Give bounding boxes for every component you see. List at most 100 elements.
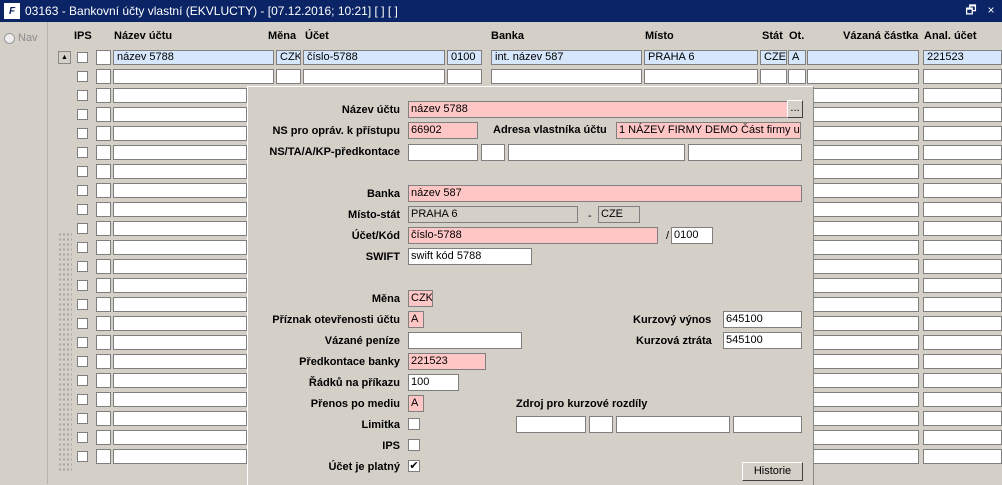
- nav-toggle[interactable]: Nav: [4, 32, 38, 44]
- restore-icon[interactable]: 🗗: [964, 3, 978, 17]
- grid-cell-ot[interactable]: A: [788, 50, 806, 65]
- grid-cell-anal[interactable]: [923, 373, 1002, 388]
- grid-cell-banka[interactable]: int. název 587: [491, 50, 642, 65]
- grid-cell-vazana[interactable]: [812, 449, 919, 464]
- grid-cell-anal[interactable]: [923, 69, 1002, 84]
- grid-cell-anal[interactable]: [923, 126, 1002, 141]
- col-stat[interactable]: Stát: [762, 30, 783, 42]
- grid-cell-nazev[interactable]: [113, 221, 247, 236]
- row-selector[interactable]: [96, 183, 111, 198]
- row-selector[interactable]: [96, 145, 111, 160]
- grid-cell-nazev[interactable]: [113, 392, 247, 407]
- col-ot[interactable]: Ot.: [789, 30, 804, 42]
- grid-cell-vazana[interactable]: [812, 145, 919, 160]
- grid-cell-nazev[interactable]: [113, 278, 247, 293]
- ips-row-checkbox[interactable]: [77, 52, 88, 63]
- grid-cell-anal[interactable]: [923, 88, 1002, 103]
- grid-cell-vazana[interactable]: [812, 373, 919, 388]
- row-selector[interactable]: [96, 297, 111, 312]
- kurzova-ztrata-field[interactable]: 545100: [723, 332, 802, 349]
- grid-cell-vazana[interactable]: [812, 430, 919, 445]
- row-selector[interactable]: [96, 259, 111, 274]
- ips-row-checkbox[interactable]: [77, 71, 88, 82]
- grid-cell-anal[interactable]: [923, 202, 1002, 217]
- grid-cell-anal[interactable]: [923, 411, 1002, 426]
- ips-row-checkbox[interactable]: [77, 185, 88, 196]
- ips-row-checkbox[interactable]: [77, 394, 88, 405]
- grid-cell-vazana[interactable]: [807, 50, 919, 65]
- grid-cell-nazev[interactable]: [113, 107, 247, 122]
- grid-cell-nazev[interactable]: [113, 240, 247, 255]
- mena-field[interactable]: CZK: [408, 290, 433, 307]
- grid-cell-vazana[interactable]: [812, 354, 919, 369]
- predkontace-banky-field[interactable]: 221523: [408, 353, 486, 370]
- ips-row-checkbox[interactable]: [77, 223, 88, 234]
- grid-cell-anal[interactable]: [923, 183, 1002, 198]
- grid-cell-nazev[interactable]: [113, 202, 247, 217]
- row-selector[interactable]: [96, 335, 111, 350]
- grid-cell-anal[interactable]: [923, 164, 1002, 179]
- priznak-field[interactable]: A: [408, 311, 424, 328]
- row-selector[interactable]: [96, 411, 111, 426]
- grid-cell-vazana[interactable]: [807, 69, 919, 84]
- prenos-field[interactable]: A: [408, 395, 424, 412]
- ips-row-checkbox[interactable]: [77, 166, 88, 177]
- grid-cell-nazev[interactable]: [113, 430, 247, 445]
- grid-cell-nazev[interactable]: [113, 145, 247, 160]
- ips-row-checkbox[interactable]: [77, 261, 88, 272]
- grid-cell-vazana[interactable]: [812, 88, 919, 103]
- grid-cell-vazana[interactable]: [812, 411, 919, 426]
- row-selector[interactable]: [96, 107, 111, 122]
- grid-cell-nazev[interactable]: [113, 126, 247, 141]
- col-anal[interactable]: Anal. účet: [924, 30, 977, 42]
- predkontace-ns-field[interactable]: [408, 144, 478, 161]
- limitka-checkbox[interactable]: [408, 418, 420, 430]
- ips-row-checkbox[interactable]: [77, 413, 88, 424]
- predkontace-a-field[interactable]: [508, 144, 685, 161]
- ips-row-checkbox[interactable]: [77, 90, 88, 101]
- col-banka[interactable]: Banka: [491, 30, 524, 42]
- banka-field[interactable]: název 587: [408, 185, 802, 202]
- vazane-field[interactable]: [408, 332, 522, 349]
- grid-cell-anal[interactable]: [923, 259, 1002, 274]
- grid-cell-vazana[interactable]: [812, 126, 919, 141]
- zdroj-field-4[interactable]: [733, 416, 802, 433]
- platny-checkbox[interactable]: ✔: [408, 460, 420, 472]
- grid-cell-vazana[interactable]: [812, 107, 919, 122]
- grid-cell-kod[interactable]: 0100: [447, 50, 482, 65]
- row-selector[interactable]: [96, 316, 111, 331]
- grid-cell-vazana[interactable]: [812, 335, 919, 350]
- col-ips[interactable]: IPS: [74, 30, 92, 42]
- historie-button[interactable]: Historie: [742, 462, 803, 481]
- row-selector[interactable]: [96, 164, 111, 179]
- grid-cell-vazana[interactable]: [812, 221, 919, 236]
- col-mena[interactable]: Měna: [268, 30, 296, 42]
- scroll-up-icon[interactable]: ▲: [58, 51, 71, 64]
- grid-cell-anal[interactable]: [923, 392, 1002, 407]
- zdroj-field-2[interactable]: [589, 416, 613, 433]
- predkontace-ta-field[interactable]: [481, 144, 505, 161]
- grid-cell-misto[interactable]: [644, 69, 758, 84]
- row-selector[interactable]: [96, 202, 111, 217]
- col-misto[interactable]: Místo: [645, 30, 674, 42]
- close-icon[interactable]: ×: [984, 3, 998, 17]
- ips-row-checkbox[interactable]: [77, 318, 88, 329]
- grid-cell-nazev[interactable]: [113, 88, 247, 103]
- ips-checkbox[interactable]: [408, 439, 420, 451]
- radku-field[interactable]: 100: [408, 374, 459, 391]
- ips-row-checkbox[interactable]: [77, 280, 88, 291]
- adresa-field[interactable]: 1 NÁZEV FIRMY DEMO Část firmy ulice: [616, 122, 801, 139]
- grid-cell-nazev[interactable]: [113, 297, 247, 312]
- grid-cell-ucet[interactable]: číslo-5788: [303, 50, 445, 65]
- ips-row-checkbox[interactable]: [77, 242, 88, 253]
- grid-cell-anal[interactable]: [923, 449, 1002, 464]
- col-vazana[interactable]: Vázaná částka: [843, 30, 918, 42]
- grid-cell-vazana[interactable]: [812, 316, 919, 331]
- grid-cell-anal[interactable]: [923, 430, 1002, 445]
- grid-cell-nazev[interactable]: [113, 411, 247, 426]
- grid-cell-nazev[interactable]: [113, 164, 247, 179]
- grid-cell-vazana[interactable]: [812, 183, 919, 198]
- row-selector[interactable]: [96, 392, 111, 407]
- grid-cell-anal[interactable]: [923, 221, 1002, 236]
- row-selector[interactable]: [96, 221, 111, 236]
